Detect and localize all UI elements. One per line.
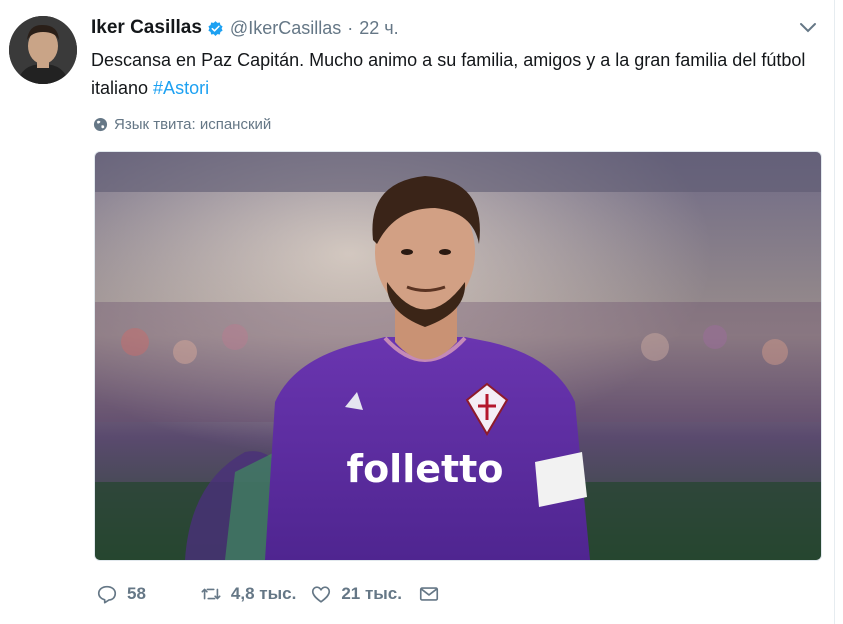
reply-count: 58 xyxy=(127,584,146,603)
heart-icon xyxy=(312,586,331,603)
like-count: 21 тыс. xyxy=(341,584,402,603)
tweet-card: Iker Casillas @IkerCasillas · 22 ч. Desc… xyxy=(0,0,843,624)
reply-icon xyxy=(97,585,117,604)
card-border xyxy=(834,0,835,624)
verified-badge-icon xyxy=(207,20,224,37)
globe-icon xyxy=(93,117,108,132)
tweet-text: Descansa en Paz Capitán. Mucho animo a s… xyxy=(91,46,826,102)
tweet-language: Язык твита: испанский xyxy=(93,114,271,134)
reply-button[interactable]: 58 xyxy=(96,583,146,605)
language-label: Язык твита: испанский xyxy=(114,115,272,133)
author-name[interactable]: Iker Casillas xyxy=(91,17,202,39)
avatar[interactable] xyxy=(9,16,77,84)
author-handle[interactable]: @IkerCasillas xyxy=(230,18,341,39)
tweet-timestamp[interactable]: 22 ч. xyxy=(359,18,398,39)
direct-message-button[interactable] xyxy=(418,583,440,605)
hashtag-link[interactable]: #Astori xyxy=(153,78,209,98)
chevron-down-icon[interactable] xyxy=(798,20,818,36)
header-separator: · xyxy=(347,17,354,38)
retweet-count: 4,8 тыс. xyxy=(230,584,297,603)
like-button[interactable]: 21 тыс. xyxy=(310,583,402,605)
jersey-sponsor-text: folletto xyxy=(347,447,504,491)
envelope-icon xyxy=(419,587,439,601)
tweet-actions: 58 4,8 тыс. 21 тыс. xyxy=(96,580,440,608)
retweet-icon xyxy=(201,588,221,600)
tweet-photo[interactable]: folletto xyxy=(94,151,822,561)
tweet-header: Iker Casillas @IkerCasillas · 22 ч. xyxy=(91,14,399,42)
retweet-button[interactable]: 4,8 тыс. xyxy=(200,583,296,605)
